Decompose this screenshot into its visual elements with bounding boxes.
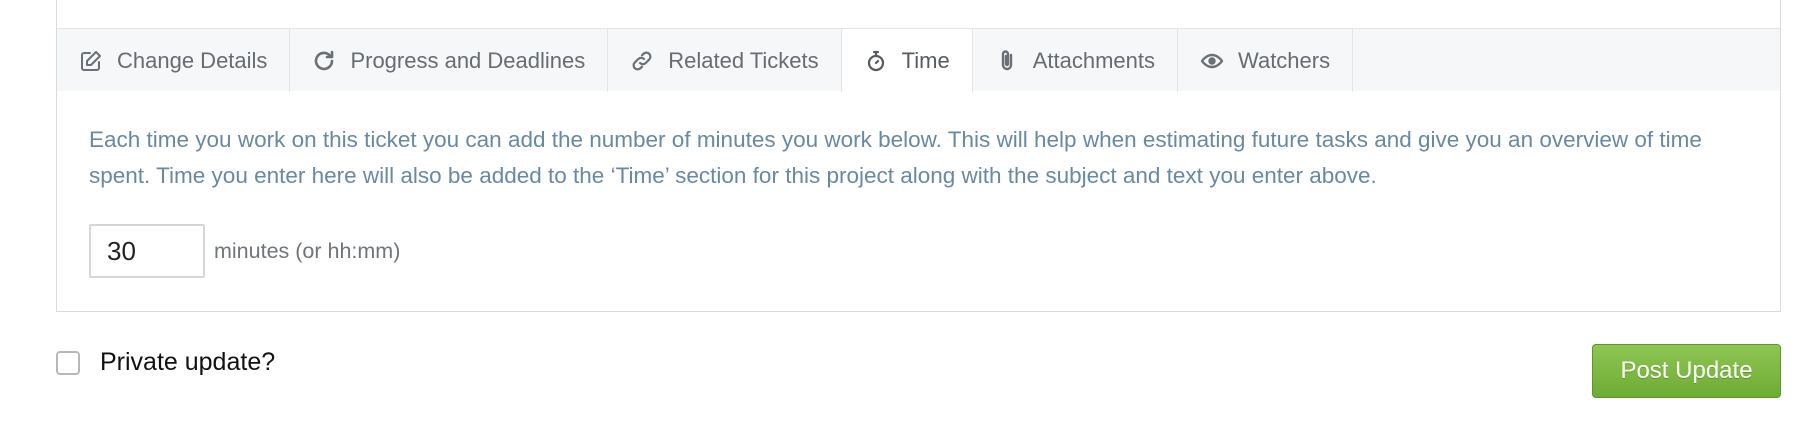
tab-attachments[interactable]: Attachments (973, 29, 1179, 92)
tab-label: Change Details (117, 47, 268, 73)
private-update-row: Private update? (56, 348, 275, 377)
tab-progress-deadlines[interactable]: Progress and Deadlines (290, 29, 609, 92)
update-panel: Change Details Progress and Deadlines Re… (56, 0, 1781, 312)
tab-label: Attachments (1032, 47, 1156, 73)
tab-label: Progress and Deadlines (350, 47, 586, 73)
tab-time[interactable]: Time (841, 29, 973, 93)
tab-label: Related Tickets (668, 47, 819, 73)
link-icon (630, 49, 654, 73)
paperclip-icon (995, 49, 1019, 73)
tab-label: Watchers (1238, 47, 1331, 73)
tab-bar: Change Details Progress and Deadlines Re… (57, 28, 1780, 93)
tab-change-details[interactable]: Change Details (57, 29, 291, 92)
minutes-input[interactable] (89, 224, 205, 278)
tab-related-tickets[interactable]: Related Tickets (608, 29, 842, 92)
tab-label: Time (901, 48, 950, 73)
private-update-label: Private update? (100, 348, 276, 376)
refresh-icon (312, 49, 336, 73)
edit-icon (79, 49, 103, 73)
stopwatch-icon (864, 49, 888, 73)
tab-watchers[interactable]: Watchers (1178, 29, 1354, 92)
time-entry-row: minutes (or hh:mm) (89, 224, 400, 278)
private-update-checkbox[interactable] (56, 350, 80, 375)
post-update-button[interactable]: Post Update (1592, 344, 1781, 398)
time-info-text: Each time you work on this ticket you ca… (89, 127, 1702, 188)
eye-icon (1200, 49, 1224, 73)
minutes-unit-label: minutes (or hh:mm) (214, 238, 401, 263)
